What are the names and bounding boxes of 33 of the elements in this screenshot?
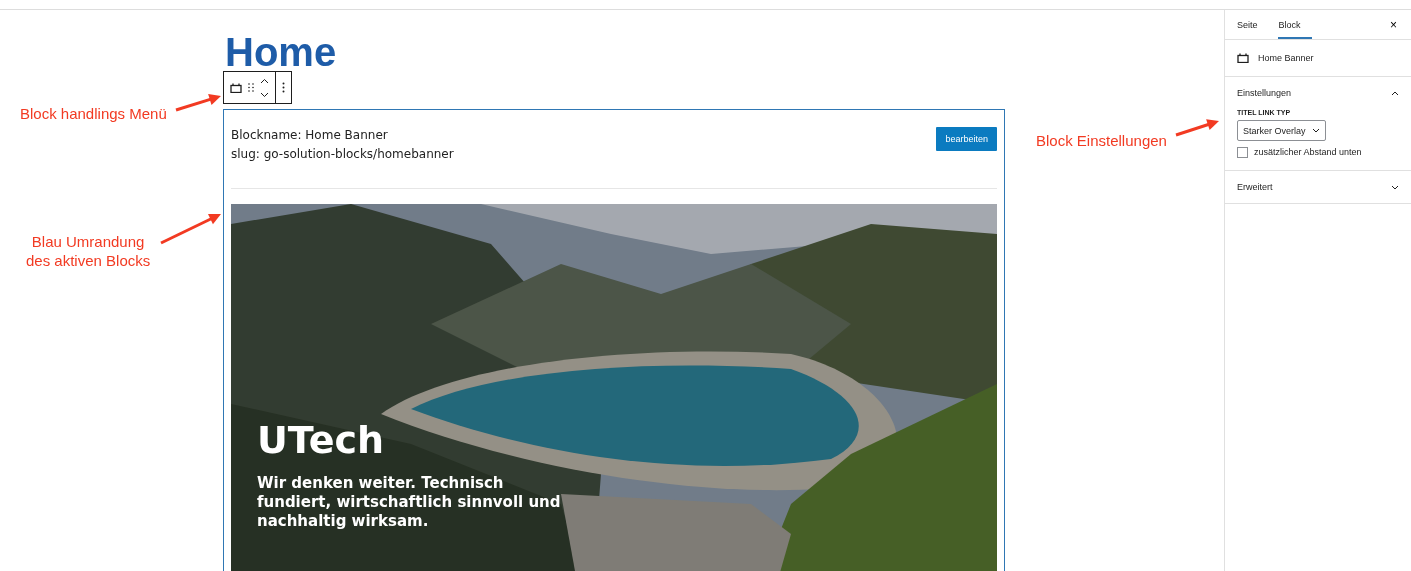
block-name: Home Banner <box>1258 53 1314 63</box>
annotation-arrow <box>1175 119 1219 137</box>
chevron-down-icon <box>1391 184 1399 190</box>
annotation-arrow <box>175 94 221 112</box>
edit-button[interactable]: bearbeiten <box>936 127 997 151</box>
checkbox[interactable] <box>1237 147 1248 158</box>
page-title: Home <box>225 32 337 72</box>
block-info-text: Blockname: Home Banner <box>231 127 389 144</box>
annotation-text: Block Einstellungen <box>1036 131 1167 150</box>
drag-handle-icon <box>248 83 254 92</box>
annotation-text: Blau Umrandung des aktiven Blocks <box>26 232 151 270</box>
chevron-down-icon <box>1311 128 1320 133</box>
panel-toggle[interactable]: Erweitert <box>1237 171 1399 203</box>
block-type-button[interactable] <box>230 82 242 93</box>
move-up-down-icon <box>260 77 269 98</box>
drag-button[interactable] <box>248 83 254 92</box>
annotation-text: Block handlings Menü <box>20 104 167 123</box>
panel-toggle[interactable]: Einstellungen <box>1237 77 1399 109</box>
chevron-up-icon <box>1391 90 1399 96</box>
move-button[interactable] <box>260 77 269 98</box>
sidebar-tab[interactable]: Seite <box>1236 10 1269 39</box>
block-banner-icon <box>1237 53 1249 63</box>
banner-heading: UTech <box>257 418 386 462</box>
block-info-text: slug: go-solution-blocks/homebanner <box>231 146 454 163</box>
more-button[interactable] <box>282 82 285 93</box>
more-options-icon <box>282 82 285 93</box>
select-field[interactable]: Starker Overlay <box>1237 120 1326 141</box>
close-button[interactable]: × <box>1390 18 1397 32</box>
sidebar-tab[interactable]: Block <box>1277 10 1312 39</box>
annotation-arrow <box>160 214 221 245</box>
block-banner-icon <box>230 82 242 93</box>
checkbox-label: zusätzlicher Abstand unten <box>1254 147 1363 158</box>
banner-tagline: Wir denken weiter. Technisch fundiert, wirtschaftlich sinnvoll und nachhaltig wirksam. <box>257 474 562 531</box>
